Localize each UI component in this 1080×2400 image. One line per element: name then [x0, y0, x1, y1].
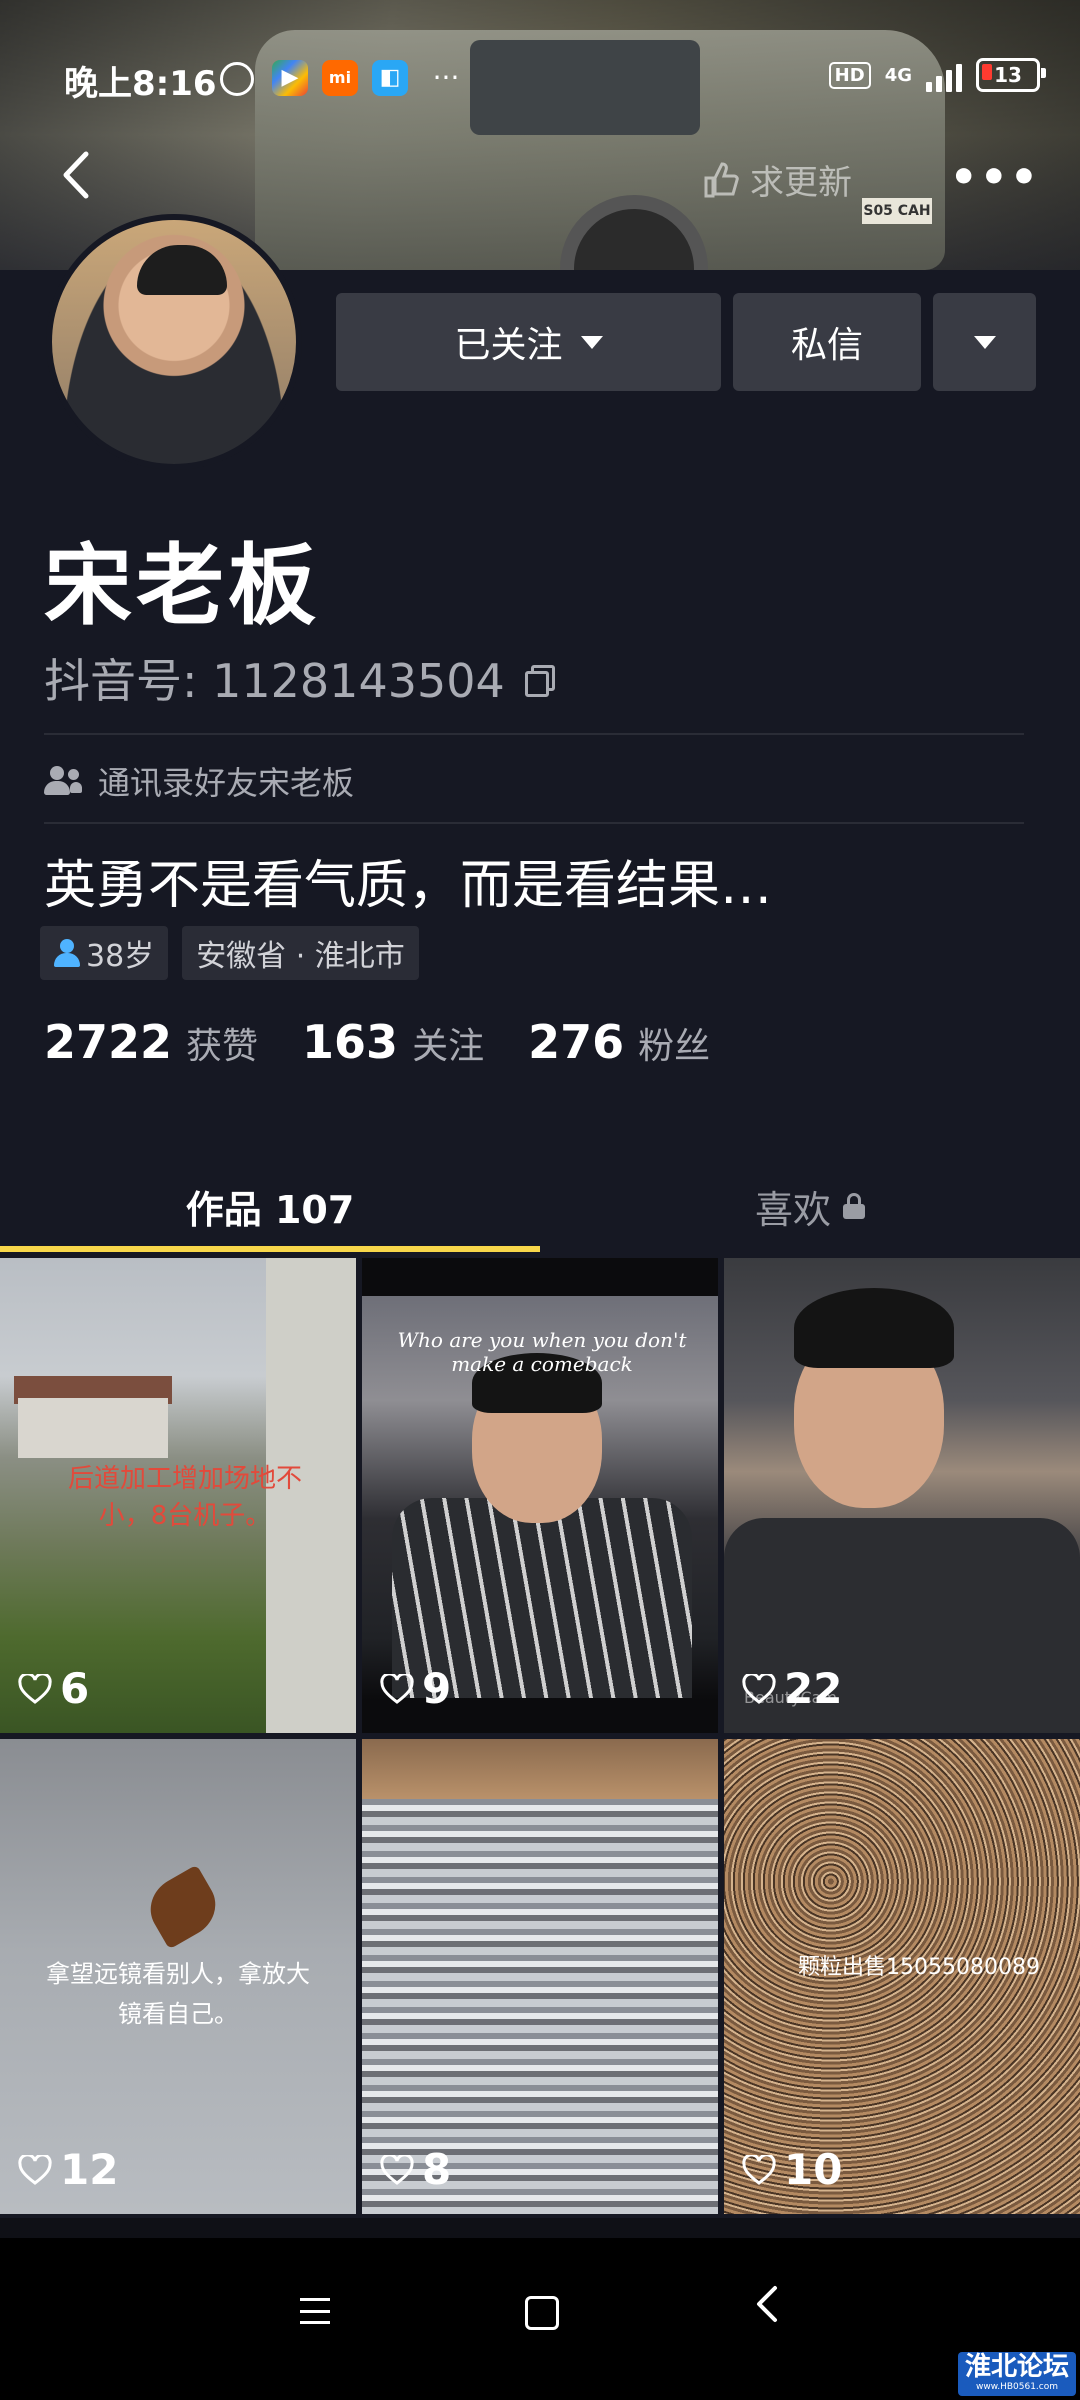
heart-icon — [18, 1673, 52, 1704]
video-caption: 颗粒出售15055080089 — [798, 1955, 1040, 1980]
back-arrow-icon — [63, 151, 89, 199]
profile-tags: 38岁 安徽省 · 淮北市 — [40, 926, 419, 980]
recent-apps-button[interactable] — [300, 2298, 330, 2324]
alarm-icon — [220, 62, 254, 96]
video-thumbnail[interactable]: Who are you when you don't make a comeba… — [362, 1258, 718, 1733]
status-time: 晚上8:16 — [64, 64, 217, 104]
active-tab-indicator — [0, 1246, 540, 1252]
status-bar: 晚上8:16 ▶ mi ◧ ··· HD 4G 13 — [0, 50, 1080, 110]
video-caption: Who are you when you don't make a comeba… — [397, 1328, 687, 1376]
video-thumbnail[interactable]: 颗粒出售15055080089 10 — [724, 1739, 1080, 2214]
like-count: 10 — [742, 2145, 842, 2194]
app-notification-icon: ◧ — [372, 60, 408, 96]
stat-following[interactable]: 163 关注 — [302, 1015, 484, 1069]
back-button[interactable] — [60, 150, 90, 210]
like-count: 8 — [380, 2145, 451, 2194]
age-tag: 38岁 — [40, 926, 169, 980]
douyin-id: 抖音号: 1128143504 — [44, 645, 555, 711]
lock-icon — [843, 1193, 865, 1219]
stat-likes[interactable]: 2722 获赞 — [44, 1015, 258, 1069]
person-icon — [54, 939, 80, 967]
more-options-button[interactable]: ••• — [950, 152, 1040, 203]
content-tabs: 作品 107 喜欢 — [0, 1160, 1080, 1252]
divider — [44, 733, 1024, 735]
mi-icon: mi — [322, 60, 358, 96]
copy-icon[interactable] — [524, 665, 555, 697]
network-type: 4G — [884, 64, 912, 86]
heart-icon — [380, 1673, 414, 1704]
location-tag: 安徽省 · 淮北市 — [182, 926, 419, 980]
update-label: 求更新 — [750, 163, 852, 203]
battery-level: 13 — [994, 63, 1022, 87]
like-count: 9 — [380, 1664, 451, 1713]
video-thumbnail[interactable]: 8 — [362, 1739, 718, 2214]
followed-button[interactable]: 已关注 — [336, 293, 721, 391]
caret-down-icon — [973, 335, 996, 349]
forum-watermark: 淮北论坛 www.HB0561.com — [958, 2352, 1076, 2396]
video-thumbnail[interactable]: 后道加工增加场地不小，8台机子。 6 — [0, 1258, 356, 1733]
profile-stats: 2722 获赞 163 关注 276 粉丝 — [44, 1015, 710, 1069]
request-update-button[interactable]: 求更新 — [700, 155, 852, 204]
more-dots-icon: ••• — [949, 152, 1040, 203]
divider — [44, 822, 1024, 824]
heart-icon — [18, 2154, 52, 2185]
contact-friend-note: 通讯录好友宋老板 — [44, 758, 354, 804]
avatar[interactable] — [46, 214, 302, 470]
heart-icon — [742, 1673, 776, 1704]
video-caption: 拿望远镜看别人，拿放大镜看自己。 — [46, 1960, 310, 2028]
like-count: 6 — [18, 1664, 89, 1713]
caret-down-icon — [580, 335, 603, 349]
system-nav-bar: 淮北论坛 www.HB0561.com — [0, 2238, 1080, 2400]
contacts-icon — [44, 766, 82, 796]
play-store-icon: ▶ — [272, 60, 308, 96]
profile-bio[interactable]: 英勇不是看气质，而是看结果… — [44, 843, 772, 918]
leaf-image — [139, 1864, 227, 1950]
heart-icon — [742, 2154, 776, 2185]
back-chevron-icon — [757, 2286, 777, 2322]
video-caption: 后道加工增加场地不小，8台机子。 — [67, 1464, 302, 1531]
profile-name: 宋老板 — [44, 534, 321, 637]
video-thumbnail[interactable]: 拿望远镜看别人，拿放大镜看自己。 12 — [0, 1739, 356, 2214]
system-back-button[interactable] — [755, 2284, 779, 2335]
stat-followers[interactable]: 276 粉丝 — [528, 1015, 710, 1069]
douyin-id-text: 抖音号: 1128143504 — [44, 654, 505, 708]
like-count: 22 — [742, 1664, 842, 1713]
more-notifications-icon: ··· — [432, 61, 460, 94]
tab-likes[interactable]: 喜欢 — [540, 1160, 1080, 1252]
home-button[interactable] — [525, 2296, 559, 2330]
hd-icon: HD — [828, 61, 871, 89]
thumb-icon — [704, 161, 739, 197]
message-button[interactable]: 私信 — [733, 293, 921, 391]
more-actions-dropdown[interactable] — [933, 293, 1036, 391]
like-count: 12 — [18, 2145, 118, 2194]
battery-icon: 13 — [976, 58, 1046, 92]
video-thumbnail[interactable]: BeautyCam 22 — [724, 1258, 1080, 1733]
heart-icon — [380, 2154, 414, 2185]
followed-label: 已关注 — [454, 325, 563, 366]
message-label: 私信 — [790, 325, 863, 366]
friend-note-text: 通讯录好友宋老板 — [98, 764, 355, 802]
signal-icon — [926, 58, 962, 92]
tab-works[interactable]: 作品 107 — [0, 1160, 540, 1252]
